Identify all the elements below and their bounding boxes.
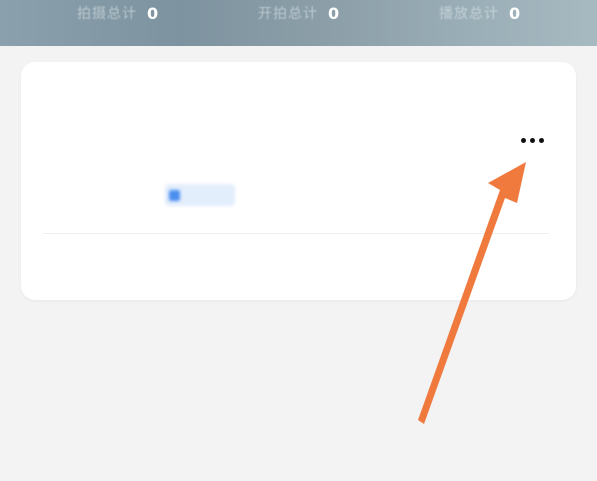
stat-value: 0 [147, 3, 159, 23]
stat-label: 开拍总计 [258, 6, 318, 22]
stat-item: 播放总计 0 [439, 3, 520, 23]
stat-item: 拍摄总计 0 [77, 3, 158, 23]
item-card[interactable] [21, 62, 576, 300]
more-horizontal-icon [520, 137, 526, 143]
stat-item: 开拍总计 0 [258, 3, 339, 23]
stat-value: 0 [509, 3, 521, 23]
stat-value: 0 [328, 3, 340, 23]
more-horizontal-icon [538, 137, 544, 143]
item-thumbnail[interactable] [64, 90, 136, 156]
more-horizontal-icon [529, 137, 535, 143]
more-options-button[interactable] [515, 130, 549, 150]
screen: 拍摄总计 0 开拍总计 0 播放总计 0 [0, 0, 597, 481]
stat-label: 拍摄总计 [77, 6, 137, 22]
stats-bar: 拍摄总计 0 开拍总计 0 播放总计 0 [0, 0, 597, 46]
card-divider [43, 233, 549, 234]
stat-label: 播放总计 [439, 6, 499, 22]
item-tag [165, 184, 235, 206]
tag-icon [169, 189, 180, 201]
